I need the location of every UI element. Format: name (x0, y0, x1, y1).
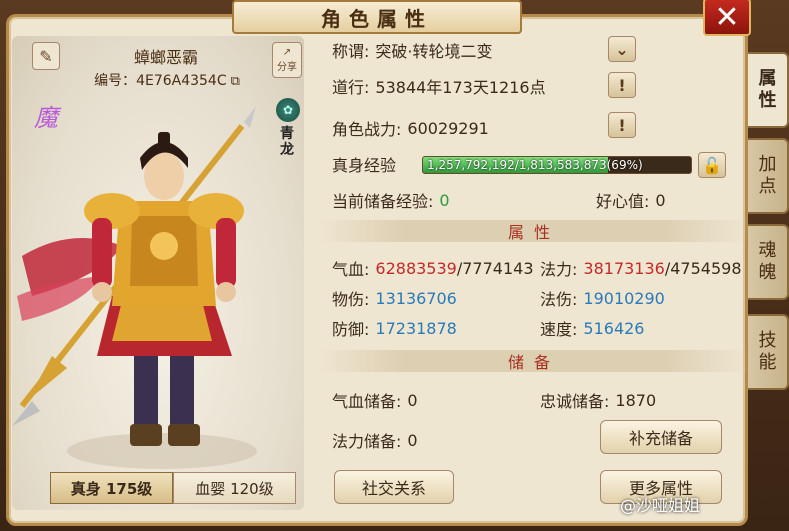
defense-row: 防御: 17231878 (332, 314, 457, 342)
phys-row: 物伤: 13136706 (332, 284, 457, 312)
watermark: @沙哑姐姐 (620, 496, 701, 515)
chevron-down-icon: ⌄ (615, 39, 629, 59)
daoxing-value: 53844年173天1216点 (375, 78, 546, 97)
power-value: 60029291 (407, 118, 489, 138)
character-id-value: 4E76A4354C (136, 73, 227, 89)
stored-exp-row: 当前储备经验: 0 (332, 186, 450, 214)
tab-attributes[interactable]: 属性 (748, 52, 789, 128)
hp-row: 气血: 62883539/7774143 (332, 254, 534, 282)
phys-label: 物伤: (332, 290, 370, 309)
stored-exp-value: 0 (439, 190, 450, 210)
speed-label: 速度: (540, 320, 578, 339)
magic-value: 19010290 (583, 288, 665, 308)
copy-icon[interactable]: ⧉ (231, 74, 240, 89)
mp-current: 38173136 (583, 258, 665, 278)
exp-row: 真身经验 (332, 150, 396, 178)
mp-row: 法力: 38173136/4754598 (540, 254, 742, 282)
exclamation-icon: ! (618, 75, 626, 95)
character-name: 蟑螂恶霸 (133, 48, 198, 67)
tab-skills[interactable]: 技能 (748, 314, 789, 390)
kindness-row: 好心值: 0 (596, 186, 666, 214)
attributes-section-header: 属性 (318, 220, 750, 242)
tab-add-points[interactable]: 加点 (748, 138, 789, 214)
character-id-label: 编号： (94, 73, 137, 89)
defense-value: 17231878 (375, 318, 457, 338)
character-portrait-panel: ✎ 蟑螂恶霸 编号：4E76A4354C ⧉ ↗ 分享 魔 ✿ 青龙 真身 17… (12, 36, 304, 510)
exp-progress-text: 1,257,792,192/1,813,583,873(69%) (427, 158, 643, 172)
title-label: 称谓: (332, 42, 370, 61)
window-title: 角色属性 (232, 0, 522, 34)
speed-row: 速度: 516426 (540, 314, 644, 342)
title-row: 称谓: 突破·转轮境二变 (332, 36, 493, 64)
pencil-icon: ✎ (39, 46, 53, 66)
title-dropdown-button[interactable]: ⌄ (608, 36, 636, 62)
kindness-value: 0 (655, 190, 666, 210)
social-relations-button[interactable]: 社交关系 (334, 470, 454, 504)
hp-label: 气血: (332, 260, 370, 279)
close-icon: ✕ (714, 0, 740, 35)
share-button[interactable]: ↗ 分享 (272, 42, 302, 78)
refill-reserve-button[interactable]: 补充储备 (600, 420, 722, 454)
hp-current: 62883539 (375, 258, 457, 278)
loyalty-value: 1870 (615, 390, 657, 410)
character-figure (12, 106, 257, 469)
daoxing-label: 道行: (332, 78, 370, 97)
tab-soul[interactable]: 魂魄 (748, 224, 789, 300)
mp-reserve-value: 0 (407, 430, 418, 450)
mp-reserve-label: 法力储备: (332, 432, 402, 451)
exp-label: 真身经验 (332, 156, 397, 175)
tab-blood-infant[interactable]: 血婴 120级 (173, 472, 296, 504)
power-row: 角色战力: 60029291 (332, 114, 489, 142)
hp-reserve-label: 气血储备: (332, 392, 402, 411)
loyalty-label: 忠诚储备: (540, 392, 610, 411)
share-icon: ↗ (282, 47, 292, 58)
attribute-info-panel: 称谓: 突破·转轮境二变 ⌄ 道行: 53844年173天1216点 ! 角色战… (318, 36, 750, 510)
exp-progress-bar: 1,257,792,192/1,813,583,873(69%) (422, 156, 692, 174)
hp-reserve-row: 气血储备: 0 (332, 386, 418, 414)
speed-value: 516426 (583, 318, 645, 338)
tab-true-body[interactable]: 真身 175级 (50, 472, 173, 504)
daoxing-row: 道行: 53844年173天1216点 (332, 72, 546, 100)
edit-name-button[interactable]: ✎ (32, 42, 60, 70)
magic-label: 法伤: (540, 290, 578, 309)
stored-exp-label: 当前储备经验: (332, 192, 434, 211)
exclamation-icon: ! (618, 115, 626, 135)
power-info-button[interactable]: ! (608, 112, 636, 138)
close-button[interactable]: ✕ (703, 0, 751, 36)
exp-lock-button[interactable]: 🔓 (698, 152, 726, 178)
daoxing-info-button[interactable]: ! (608, 72, 636, 98)
phys-value: 13136706 (375, 288, 457, 308)
power-label: 角色战力: (332, 120, 402, 139)
body-level-tabs: 真身 175级 血婴 120级 (50, 472, 296, 504)
mp-max: /4754598 (664, 258, 742, 278)
defense-label: 防御: (332, 320, 370, 339)
title-value: 突破·转轮境二变 (375, 42, 493, 61)
mp-reserve-row: 法力储备: 0 (332, 426, 418, 454)
loyalty-row: 忠诚储备: 1870 (540, 386, 656, 414)
share-label: 分享 (277, 62, 297, 73)
kindness-label: 好心值: (596, 192, 650, 211)
mp-label: 法力: (540, 260, 578, 279)
hp-reserve-value: 0 (407, 390, 418, 410)
reserve-section-header: 储备 (318, 350, 750, 372)
hp-max: /7774143 (456, 258, 534, 278)
lock-icon: 🔓 (702, 155, 722, 175)
magic-row: 法伤: 19010290 (540, 284, 665, 312)
character-id: 编号：4E76A4354C ⧉ (72, 70, 262, 92)
